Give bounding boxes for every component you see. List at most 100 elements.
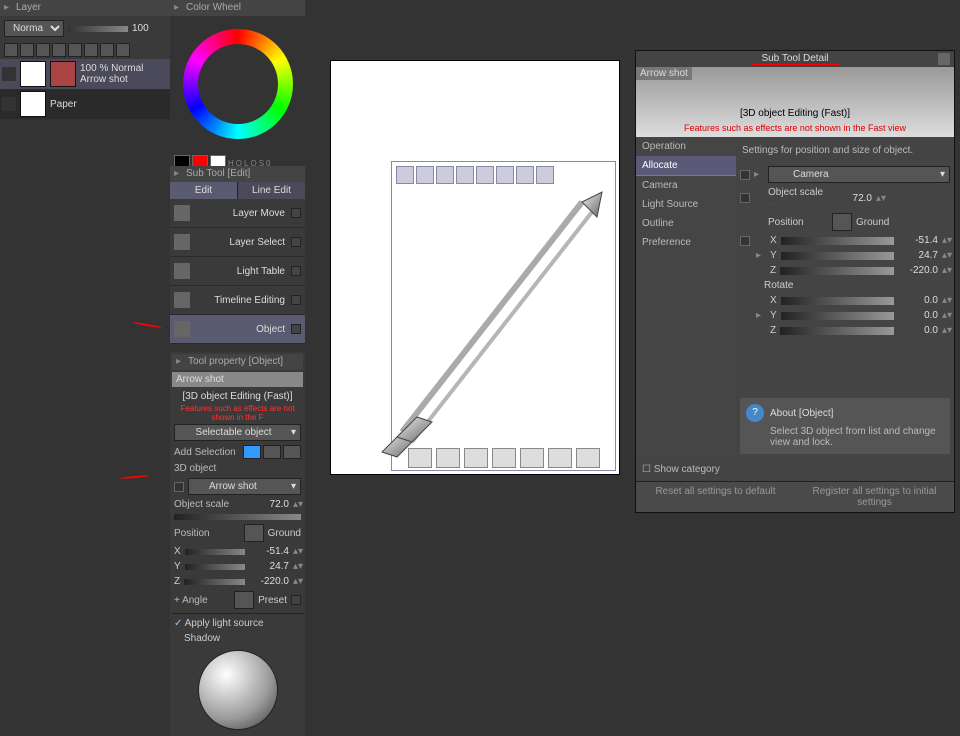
layer-item-arrow[interactable]: 100 % Normal Arrow shot <box>0 59 170 89</box>
banner-tag: Arrow shot <box>636 67 692 80</box>
sel-mode-1[interactable] <box>243 445 261 459</box>
pos-y-slider[interactable] <box>781 252 894 260</box>
scale-slider[interactable] <box>174 514 301 520</box>
layer-panel-header[interactable]: Layer <box>0 0 170 16</box>
rot-y-label: Y <box>770 310 777 321</box>
spinner-icon[interactable]: ▴▾ <box>293 546 301 557</box>
ground-icon[interactable] <box>244 524 264 542</box>
spinner-icon[interactable]: ▴▾ <box>942 310 950 321</box>
subtool-timeline[interactable]: Timeline Editing <box>170 286 305 315</box>
bt-3[interactable] <box>464 448 488 468</box>
camera-dropdown[interactable]: Camera <box>768 166 950 183</box>
layer-btn-3[interactable] <box>36 43 50 57</box>
layer-btn-1[interactable] <box>4 43 18 57</box>
spinner-icon[interactable]: ▴▾ <box>942 265 950 276</box>
config-icon[interactable] <box>291 324 301 334</box>
chevron-icon[interactable]: ▸ <box>756 250 766 261</box>
sel-mode-2[interactable] <box>263 445 281 459</box>
pos-z-slider[interactable] <box>184 579 245 585</box>
rot-y-val: 0.0 <box>898 310 938 321</box>
eye-icon[interactable] <box>174 482 184 492</box>
ground-button[interactable] <box>832 213 852 231</box>
eye-icon[interactable] <box>740 236 750 246</box>
reset-button[interactable]: Reset all settings to default <box>636 482 795 512</box>
preset-dropdown-icon[interactable] <box>291 595 301 605</box>
tab-line-edit[interactable]: Line Edit <box>238 182 305 199</box>
blend-mode-select[interactable]: Normal <box>4 20 64 37</box>
color-panel-header[interactable]: Color Wheel <box>170 0 305 16</box>
layer-btn-8[interactable] <box>116 43 130 57</box>
subtool-object[interactable]: Object <box>170 315 305 344</box>
preset-icon[interactable] <box>234 591 254 609</box>
canvas-3d-bounds[interactable] <box>391 161 616 471</box>
layer-btn-2[interactable] <box>20 43 34 57</box>
visibility-icon[interactable] <box>2 97 16 111</box>
light-preview-sphere[interactable] <box>198 650 278 730</box>
nav-operation[interactable]: Operation <box>636 137 736 156</box>
bt-6[interactable] <box>548 448 572 468</box>
chevron-icon[interactable]: ▸ <box>756 310 766 321</box>
layer-thumb <box>20 61 46 87</box>
arrow-3d-object[interactable] <box>342 182 622 462</box>
layer-btn-6[interactable] <box>84 43 98 57</box>
config-icon[interactable] <box>291 208 301 218</box>
rot-y-slider[interactable] <box>781 312 894 320</box>
nav-camera[interactable]: Camera <box>636 176 736 195</box>
detail-titlebar[interactable]: Sub Tool Detail <box>636 51 954 67</box>
angle-label[interactable]: + Angle <box>174 595 230 606</box>
spinner-icon[interactable]: ▴▾ <box>293 499 301 510</box>
layer-btn-7[interactable] <box>100 43 114 57</box>
subtool-layer-select[interactable]: Layer Select <box>170 228 305 257</box>
nav-preference[interactable]: Preference <box>636 233 736 252</box>
spinner-icon[interactable]: ▴▾ <box>293 576 301 587</box>
layer-btn-5[interactable] <box>68 43 82 57</box>
toolprop-header[interactable]: Tool property [Object] <box>172 354 303 370</box>
rot-x-slider[interactable] <box>781 297 894 305</box>
selectable-object-dropdown[interactable]: Selectable object <box>174 424 301 441</box>
layer-opacity-slider[interactable] <box>68 26 128 32</box>
apply-light-checkbox[interactable]: Apply light source <box>174 618 264 629</box>
color-wheel[interactable] <box>170 16 305 151</box>
spinner-icon[interactable]: ▴▾ <box>942 295 950 306</box>
nav-outline[interactable]: Outline <box>636 214 736 233</box>
tab-edit[interactable]: Edit <box>170 182 237 199</box>
pos-x-slider[interactable] <box>185 549 245 555</box>
spinner-icon[interactable]: ▴▾ <box>942 235 950 246</box>
show-category-label: Show category <box>654 464 720 475</box>
subtool-header[interactable]: Sub Tool [Edit] <box>170 166 305 182</box>
nav-light-source[interactable]: Light Source <box>636 195 736 214</box>
rot-z-slider[interactable] <box>780 327 894 335</box>
position-label: Position <box>174 528 240 539</box>
pos-x-slider[interactable] <box>781 237 894 245</box>
config-icon[interactable] <box>291 266 301 276</box>
spinner-icon[interactable]: ▴▾ <box>942 325 950 336</box>
pos-y-slider[interactable] <box>185 564 245 570</box>
show-category-checkbox[interactable]: ☐ <box>642 464 654 475</box>
bt-4[interactable] <box>492 448 516 468</box>
pos-x-label: X <box>174 546 181 557</box>
object-name-dropdown[interactable]: Arrow shot <box>188 478 301 495</box>
register-button[interactable]: Register all settings to initial setting… <box>795 482 954 512</box>
canvas[interactable] <box>330 60 620 475</box>
spinner-icon[interactable]: ▴▾ <box>293 561 301 572</box>
bt-5[interactable] <box>520 448 544 468</box>
subtool-light-table[interactable]: Light Table <box>170 257 305 286</box>
eye-icon[interactable] <box>740 193 750 203</box>
nav-allocate[interactable]: Allocate <box>636 156 736 176</box>
eye-icon[interactable] <box>740 170 750 180</box>
layer-btn-4[interactable] <box>52 43 66 57</box>
bt-7[interactable] <box>576 448 600 468</box>
visibility-icon[interactable] <box>2 67 16 81</box>
config-icon[interactable] <box>291 295 301 305</box>
bt-1[interactable] <box>408 448 432 468</box>
spinner-icon[interactable]: ▴▾ <box>876 193 884 204</box>
pos-z-slider[interactable] <box>780 267 894 275</box>
chevron-icon[interactable]: ▸ <box>754 169 764 180</box>
subtool-layer-move[interactable]: Layer Move <box>170 199 305 228</box>
bt-2[interactable] <box>436 448 460 468</box>
layer-item-paper[interactable]: Paper <box>0 89 170 119</box>
spinner-icon[interactable]: ▴▾ <box>942 250 950 261</box>
close-icon[interactable] <box>938 53 950 65</box>
sel-mode-3[interactable] <box>283 445 301 459</box>
config-icon[interactable] <box>291 237 301 247</box>
